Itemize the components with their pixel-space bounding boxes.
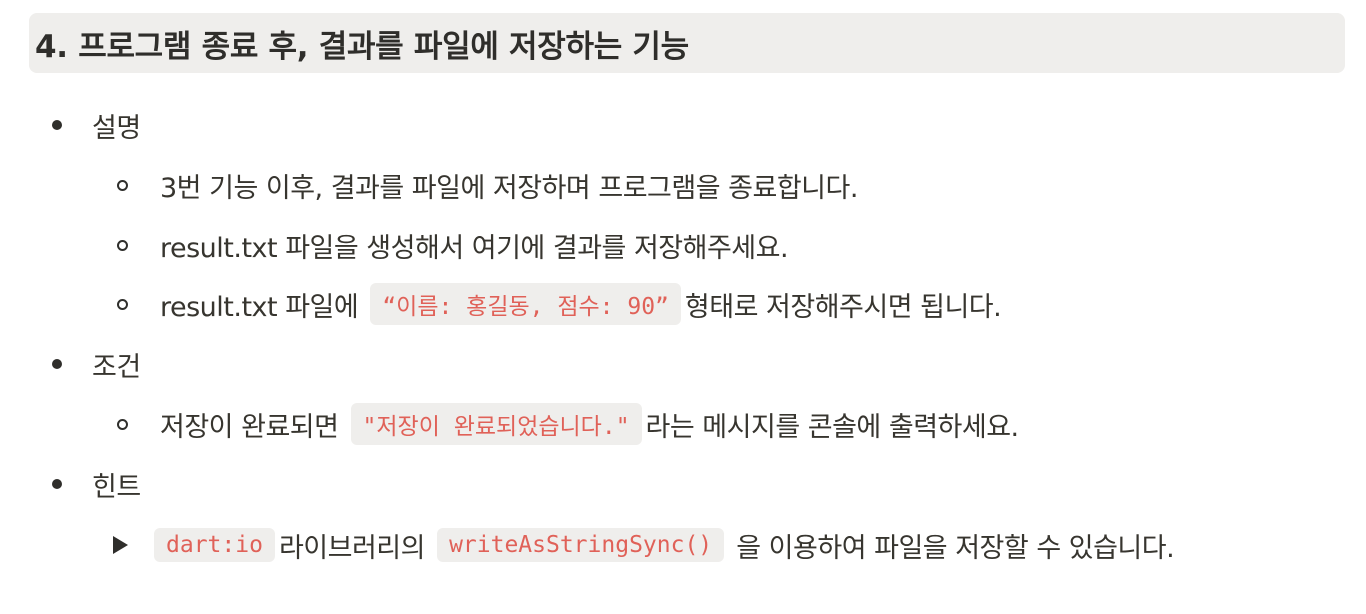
hint-label: 힌트 bbox=[92, 471, 141, 503]
bullet-circle-icon bbox=[117, 418, 128, 430]
toggle-triangle-icon[interactable] bbox=[113, 536, 128, 554]
bullet-dot-icon bbox=[52, 120, 62, 130]
sub-bullet-item: result.txt 파일을 생성해서 여기에 결과를 저장해주세요. bbox=[115, 223, 789, 267]
toggle-text: 을 이용하여 파일을 저장할 수 있습니다. bbox=[728, 532, 1175, 564]
toggle-text: 라이브러리의 bbox=[278, 532, 434, 564]
bullet-item-hint: 힌트 bbox=[52, 462, 141, 506]
bullet-circle-icon bbox=[117, 179, 128, 191]
toggle-block[interactable]: dart:io 라이브러리의 writeAsStringSync() 을 이용하… bbox=[113, 523, 1175, 567]
bullet-circle-icon bbox=[117, 239, 128, 251]
inline-code: "저장이 완료되었습니다." bbox=[350, 403, 642, 445]
sub-bullet-item: 3번 기능 이후, 결과를 파일에 저장하며 프로그램을 종료합니다. bbox=[115, 163, 858, 207]
section-heading: 4. 프로그램 종료 후, 결과를 파일에 저장하는 기능 bbox=[29, 13, 1345, 73]
bullet-circle-icon bbox=[117, 298, 128, 310]
sub-bullet-text: result.txt 파일에 bbox=[160, 291, 367, 323]
bullet-dot-icon bbox=[52, 479, 62, 489]
bullet-item-condition: 조건 bbox=[52, 342, 141, 386]
sub-bullet-text: result.txt 파일을 생성해서 여기에 결과를 저장해주세요. bbox=[160, 232, 789, 264]
sub-bullet-text: 라는 메시지를 콘솔에 출력하세요. bbox=[645, 411, 1020, 443]
sub-bullet-item: result.txt 파일에 “이름: 홍길동, 점수: 90” 형태로 저장해… bbox=[115, 282, 1002, 326]
inline-code: writeAsStringSync() bbox=[437, 528, 725, 562]
condition-label: 조건 bbox=[92, 351, 141, 383]
sub-bullet-text: 3번 기능 이후, 결과를 파일에 저장하며 프로그램을 종료합니다. bbox=[160, 172, 858, 204]
bullet-item-description: 설명 bbox=[52, 103, 141, 147]
description-label: 설명 bbox=[92, 112, 141, 144]
heading-text: 4. 프로그램 종료 후, 결과를 파일에 저장하는 기능 bbox=[35, 28, 689, 65]
inline-code: dart:io bbox=[154, 528, 275, 562]
sub-bullet-text: 저장이 완료되면 bbox=[160, 411, 347, 443]
sub-bullet-item: 저장이 완료되면 "저장이 완료되었습니다." 라는 메시지를 콘솔에 출력하세… bbox=[115, 402, 1019, 446]
sub-bullet-text: 형태로 저장해주시면 됩니다. bbox=[684, 291, 1002, 323]
bullet-dot-icon bbox=[52, 359, 62, 369]
inline-code: “이름: 홍길동, 점수: 90” bbox=[370, 283, 681, 325]
